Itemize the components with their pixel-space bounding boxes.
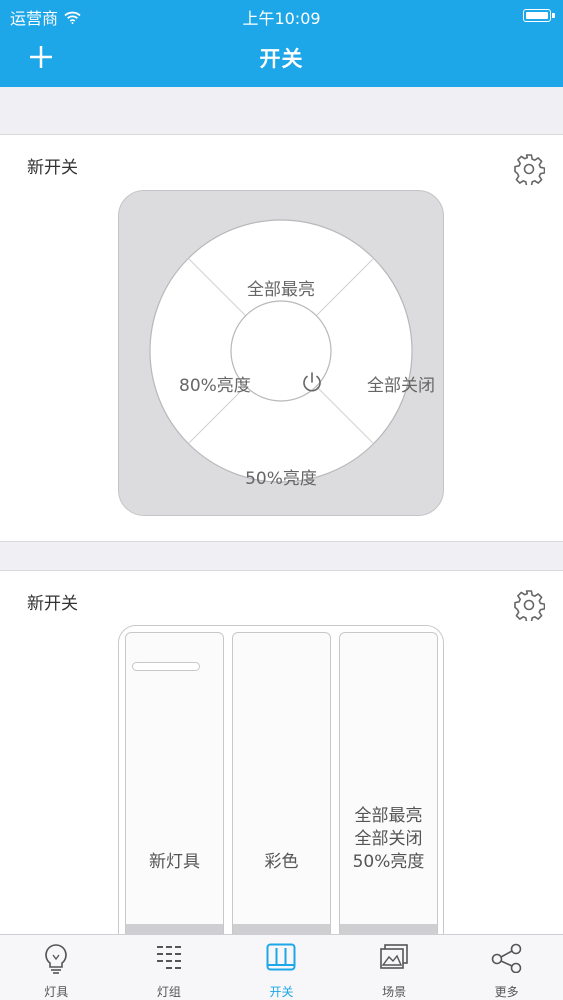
dial-graphic: [149, 219, 413, 483]
tab-label: 更多: [494, 985, 519, 999]
panel-switch: 新灯具 彩色 全部最亮 全部关闭 50%亮度: [118, 625, 444, 955]
tab-groups[interactable]: 灯组: [113, 935, 226, 1000]
navigation-header: 运营商 上午10:09 开关: [0, 0, 563, 87]
tab-label: 灯组: [156, 985, 181, 999]
tab-lights[interactable]: 灯具: [0, 935, 113, 1000]
key-indicator: [132, 662, 200, 671]
dial-button-right[interactable]: 全部关闭: [367, 371, 435, 396]
app-screen: 运营商 上午10:09 开关 新开关 全部最亮 全部关闭 50%亮度 80%亮度…: [0, 0, 563, 1000]
key-label-line: 全部最亮: [354, 806, 423, 826]
key-label: 彩色: [264, 852, 299, 872]
clock: 上午10:09: [242, 9, 321, 28]
dial-ring: 全部最亮 全部关闭 50%亮度 80%亮度: [149, 219, 435, 489]
panel-key-2[interactable]: 彩色: [232, 632, 331, 954]
gear-icon[interactable]: [513, 589, 545, 621]
dial-button-left[interactable]: 80%亮度: [179, 371, 251, 396]
power-icon[interactable]: [300, 370, 324, 394]
key-label-line: 全部关闭: [354, 829, 423, 849]
group-icon: [156, 946, 181, 969]
page-title: 开关: [259, 47, 304, 71]
bulb-icon: [45, 944, 68, 974]
dial-switch-pad: 全部最亮 全部关闭 50%亮度 80%亮度: [118, 190, 444, 516]
share-icon: [491, 943, 521, 973]
tab-label: 灯具: [44, 985, 69, 999]
dial-button-bottom[interactable]: 50%亮度: [149, 464, 413, 489]
dial-button-top[interactable]: 全部最亮: [149, 275, 413, 300]
switch-card-dial: 新开关 全部最亮 全部关闭 50%亮度 80%亮度: [0, 134, 563, 542]
switch-title: 新开关: [27, 594, 78, 614]
tab-more[interactable]: 更多: [450, 935, 563, 1000]
switch-icon: [266, 943, 296, 971]
panel-key-1[interactable]: 新灯具: [125, 632, 224, 954]
switch-title: 新开关: [27, 158, 78, 178]
switch-card-panel: 新开关 新灯具 彩色 全部最亮 全部关闭 50%亮度: [0, 570, 563, 955]
tab-label: 开关: [269, 985, 294, 999]
key-label: 新灯具: [149, 852, 200, 872]
key-label-line: 50%亮度: [352, 852, 425, 872]
tab-bar: 灯具 灯组 开关 场景 更多: [0, 934, 563, 1000]
tab-label: 场景: [382, 985, 407, 999]
tab-switches[interactable]: 开关: [225, 935, 338, 1000]
battery-icon: [523, 9, 555, 22]
tab-scenes[interactable]: 场景: [338, 935, 451, 1000]
scene-icon: [380, 944, 408, 969]
panel-key-3[interactable]: 全部最亮 全部关闭 50%亮度: [339, 632, 438, 954]
gear-icon[interactable]: [513, 153, 545, 185]
status-bar: 运营商 上午10:09: [0, 0, 563, 30]
